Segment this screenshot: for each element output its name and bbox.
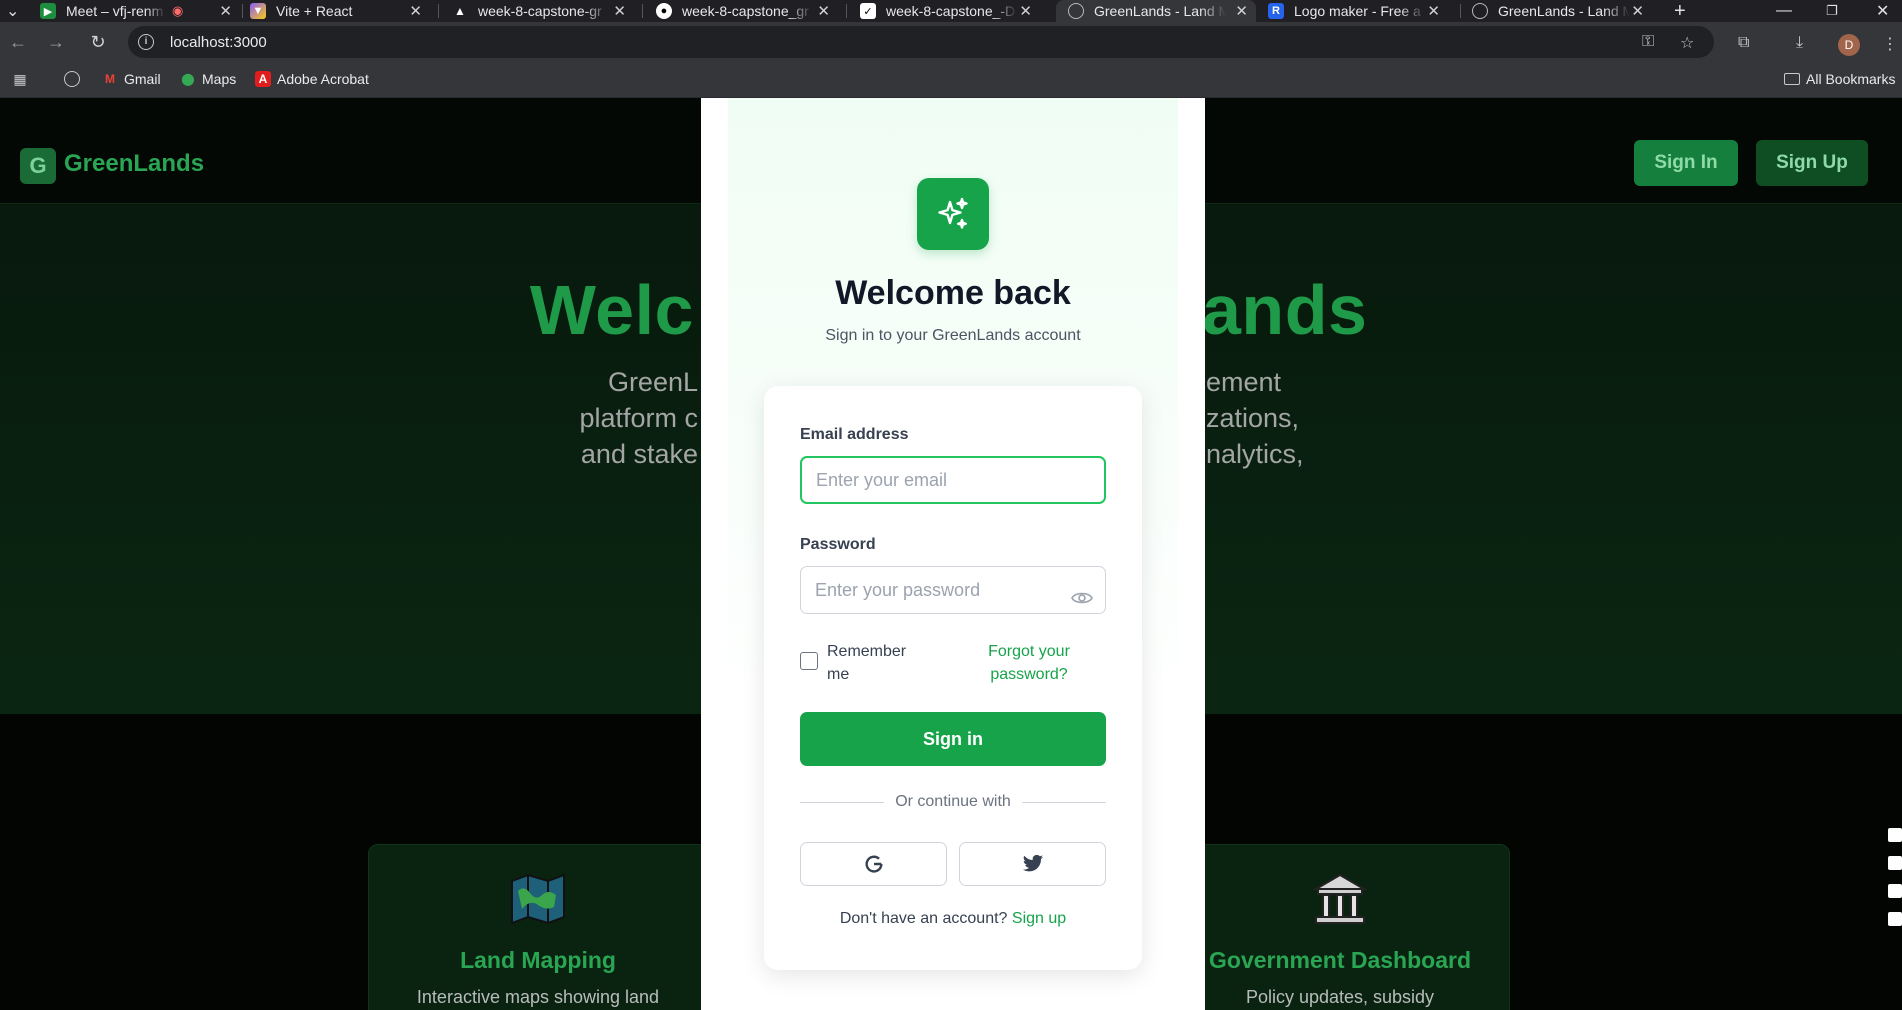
forgot-password-link[interactable]: Forgot your password? bbox=[964, 640, 1094, 686]
close-window-icon[interactable]: ✕ bbox=[1876, 0, 1889, 22]
meet-icon: ▶ bbox=[40, 3, 56, 19]
tab-search-icon[interactable]: ⌄ bbox=[6, 0, 19, 22]
or-continue-divider: Or continue with bbox=[800, 792, 1106, 812]
email-label: Email address bbox=[800, 426, 909, 443]
acrobat-icon: A bbox=[255, 71, 271, 87]
close-tab-icon[interactable]: ✕ bbox=[817, 2, 830, 20]
side-tools[interactable] bbox=[1888, 828, 1902, 968]
globe-icon bbox=[1068, 3, 1084, 19]
remember-me-checkbox[interactable] bbox=[800, 652, 818, 670]
tab-strip: ⌄ ▶ Meet – vfj-renm ◉ ✕ ▼ Vite + React ✕… bbox=[0, 0, 1902, 22]
tab-github[interactable]: ● week-8-capstone_gr ✕ bbox=[656, 0, 838, 22]
close-tab-icon[interactable]: ✕ bbox=[219, 2, 232, 20]
google-sign-in-button[interactable] bbox=[800, 842, 947, 886]
close-tab-icon[interactable]: ✕ bbox=[1631, 2, 1644, 20]
tab-greenlands-active[interactable]: GreenLands - Land M ✕ bbox=[1056, 0, 1256, 22]
profile-avatar[interactable]: D bbox=[1838, 34, 1860, 56]
tab-meet[interactable]: ▶ Meet – vfj-renm ◉ ✕ bbox=[40, 0, 240, 22]
folder-icon bbox=[1784, 73, 1800, 85]
menu-dots-icon[interactable]: ⋮ bbox=[1882, 34, 1898, 54]
password-key-icon[interactable]: ⚿ bbox=[1642, 33, 1654, 51]
government-building-icon bbox=[1171, 871, 1509, 940]
feature-card-land-mapping[interactable]: Land Mapping Interactive maps showing la… bbox=[368, 844, 708, 1010]
close-tab-icon[interactable]: ✕ bbox=[409, 2, 422, 20]
sign-in-submit-button[interactable]: Sign in bbox=[800, 712, 1106, 766]
header-sign-in-button[interactable]: Sign In bbox=[1634, 140, 1738, 186]
forward-icon[interactable]: → bbox=[44, 30, 68, 54]
tab-vercel[interactable]: ▲ week-8-capstone-gr ✕ bbox=[452, 0, 634, 22]
reload-icon[interactable]: ↻ bbox=[86, 30, 110, 54]
sign-up-link[interactable]: Sign up bbox=[1012, 910, 1066, 927]
modal-subtitle: Sign in to your GreenLands account bbox=[825, 327, 1081, 344]
back-icon[interactable]: ← bbox=[6, 30, 30, 54]
map-icon bbox=[369, 871, 707, 940]
twitter-sign-in-button[interactable] bbox=[959, 842, 1106, 886]
brand-name[interactable]: GreenLands bbox=[64, 150, 204, 178]
vercel-icon: ▲ bbox=[454, 4, 466, 18]
download-icon[interactable]: ⤓ bbox=[1796, 34, 1803, 52]
close-tab-icon[interactable]: ✕ bbox=[613, 2, 626, 20]
password-label: Password bbox=[800, 536, 876, 553]
all-bookmarks[interactable]: All Bookmarks bbox=[1784, 71, 1895, 87]
google-icon bbox=[865, 855, 883, 873]
tab-vite[interactable]: ▼ Vite + React ✕ bbox=[250, 0, 430, 22]
bookmark-star-icon[interactable]: ☆ bbox=[1680, 33, 1694, 53]
github-icon: ● bbox=[656, 3, 672, 19]
minimize-icon[interactable]: — bbox=[1776, 0, 1792, 22]
recording-icon: ◉ bbox=[172, 3, 184, 18]
tab-logo-maker[interactable]: R Logo maker - Free a ✕ bbox=[1268, 0, 1448, 22]
bookmark-maps[interactable]: ⬤ Maps bbox=[180, 71, 236, 87]
sign-in-modal: Welcome back Sign in to your GreenLands … bbox=[701, 98, 1205, 1010]
bookmark-adobe-acrobat[interactable]: A Adobe Acrobat bbox=[255, 71, 369, 87]
extensions-icon[interactable]: ⧉ bbox=[1738, 34, 1749, 52]
globe-bookmark-icon[interactable] bbox=[64, 71, 86, 87]
bookmarks-bar: ▦ M Gmail ⬤ Maps A Adobe Acrobat All Boo… bbox=[0, 60, 1902, 98]
remember-me-label[interactable]: Remember me bbox=[827, 640, 917, 686]
tab-greenlands-2[interactable]: GreenLands - Land M ✕ bbox=[1472, 0, 1652, 22]
gmail-icon: M bbox=[105, 72, 115, 86]
apps-grid-icon[interactable]: ▦ bbox=[12, 71, 34, 87]
header-sign-up-button[interactable]: Sign Up bbox=[1756, 140, 1868, 186]
restore-icon[interactable]: ❐ bbox=[1826, 0, 1838, 22]
feature-card-government-dashboard[interactable]: Government Dashboard Policy updates, sub… bbox=[1170, 844, 1510, 1010]
close-tab-icon[interactable]: ✕ bbox=[1235, 2, 1248, 20]
address-bar[interactable]: i localhost:3000 ⚿ ☆ bbox=[128, 26, 1714, 58]
show-password-eye-icon[interactable] bbox=[1070, 586, 1094, 610]
maps-pin-icon: ⬤ bbox=[181, 72, 195, 86]
no-account-text: Don't have an account? Sign up bbox=[839, 910, 1067, 927]
tab-render[interactable]: ✓ week-8-capstone_-D ✕ bbox=[860, 0, 1040, 22]
email-field[interactable] bbox=[800, 456, 1106, 504]
site-info-icon[interactable]: i bbox=[138, 34, 154, 50]
twitter-icon bbox=[1022, 854, 1043, 872]
password-field[interactable] bbox=[800, 566, 1106, 614]
browser-toolbar: ← → ↻ i localhost:3000 ⚿ ☆ ⧉ ⤓ D ⋮ bbox=[0, 22, 1902, 60]
sparkles-icon bbox=[917, 178, 989, 250]
page: G GreenLands Sign In Sign Up Welc ands G… bbox=[0, 98, 1902, 1010]
logo-badge[interactable]: G bbox=[20, 148, 56, 184]
sign-in-form: Email address Password Remember me Forgo… bbox=[764, 386, 1142, 970]
r-icon: R bbox=[1268, 3, 1284, 19]
render-icon: ✓ bbox=[860, 3, 876, 19]
close-tab-icon[interactable]: ✕ bbox=[1019, 2, 1032, 20]
new-tab-icon[interactable]: + bbox=[1674, 0, 1686, 22]
close-tab-icon[interactable]: ✕ bbox=[1427, 2, 1440, 20]
bookmark-gmail[interactable]: M Gmail bbox=[102, 71, 161, 87]
globe-icon bbox=[1472, 3, 1488, 19]
modal-title: Welcome back bbox=[835, 274, 1071, 312]
vite-icon: ▼ bbox=[250, 3, 266, 19]
